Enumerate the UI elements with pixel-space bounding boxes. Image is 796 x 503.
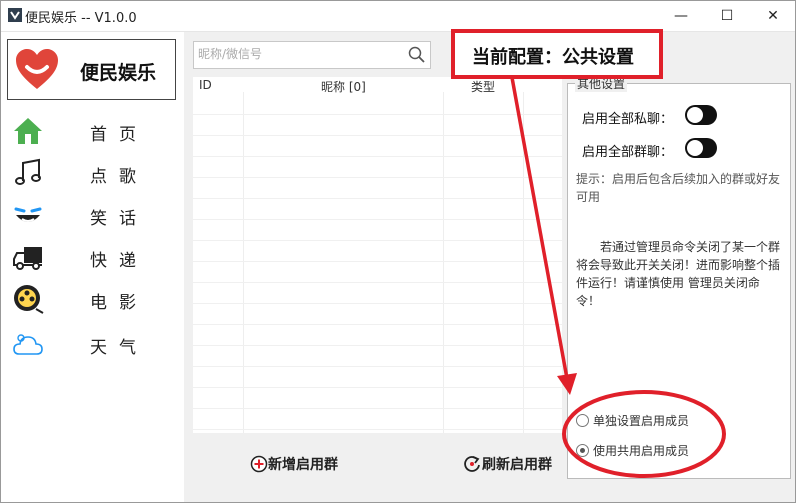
warning-text: 若通过管理员命令关闭了某一个群将会导致此开关关闭！进而影响整个插件运行！请谨慎使… xyxy=(576,240,781,308)
annotation-callout: 当前配置：公共设置 xyxy=(451,29,663,79)
truck-icon xyxy=(13,247,42,270)
laugh-face-icon xyxy=(14,207,42,222)
table-row xyxy=(193,388,562,409)
table-row xyxy=(193,346,562,367)
nav-label: 天气 xyxy=(90,338,148,358)
table-row xyxy=(193,157,562,178)
close-button[interactable]: ✕ xyxy=(750,0,796,31)
table-row xyxy=(193,304,562,325)
search-input[interactable] xyxy=(196,46,400,62)
radio-single-members[interactable]: 单独设置启用成员 xyxy=(576,412,689,429)
heart-logo-icon xyxy=(16,49,58,89)
toggle-knob xyxy=(687,140,703,156)
cloud-weather-icon xyxy=(13,334,43,355)
toggle-private-label: 启用全部私聊： xyxy=(582,112,674,127)
table-row xyxy=(193,94,562,115)
nav-label: 笑话 xyxy=(90,209,148,229)
film-reel-icon xyxy=(14,285,44,314)
hint-text: 提示：启用后包含后续加入的群或好友可用 xyxy=(576,172,781,204)
maximize-button[interactable]: ☐ xyxy=(704,0,750,31)
toggle-all-group-chat[interactable] xyxy=(685,138,717,158)
table-row xyxy=(193,262,562,283)
nav-item-jokes[interactable]: 笑话 xyxy=(8,196,178,232)
minimize-button[interactable]: — xyxy=(658,0,704,31)
nav-label: 快递 xyxy=(90,251,148,271)
table-row xyxy=(193,178,562,199)
callout-text: 当前配置：公共设置 xyxy=(472,47,634,68)
search-box[interactable] xyxy=(193,41,431,69)
table-row xyxy=(193,283,562,304)
table-row xyxy=(193,199,562,220)
nav-item-home[interactable]: 首页 xyxy=(8,112,178,148)
refresh-group-button[interactable]: 刷新启用群 xyxy=(462,452,552,476)
add-group-label: 新增启用群 xyxy=(268,457,338,473)
nav-item-songs[interactable]: 点歌 xyxy=(8,154,178,190)
radio-label: 单独设置启用成员 xyxy=(593,414,690,428)
refresh-icon xyxy=(464,456,480,472)
home-icon xyxy=(14,118,42,144)
table-row xyxy=(193,367,562,388)
toggle-group-label: 启用全部群聊： xyxy=(582,145,674,160)
nav-item-express[interactable]: 快递 xyxy=(8,238,178,274)
toggle-knob xyxy=(687,107,703,123)
toggle-all-private-chat[interactable] xyxy=(685,105,717,125)
window-title: 便民娱乐 -- V1.0.0 xyxy=(25,11,137,26)
nav-label: 点歌 xyxy=(90,167,148,187)
radio-button-selected[interactable] xyxy=(576,444,589,457)
refresh-group-label: 刷新启用群 xyxy=(482,457,552,473)
nav-label: 电影 xyxy=(90,293,148,313)
music-note-icon xyxy=(15,158,41,185)
nav-label: 首页 xyxy=(90,125,148,145)
radio-shared-members[interactable]: 使用共用启用成员 xyxy=(576,442,689,459)
add-group-button[interactable]: 新增启用群 xyxy=(250,452,338,476)
brand-name: 便民娱乐 xyxy=(80,62,157,84)
group-table: ID 昵称 [0] 类型 xyxy=(193,77,562,433)
table-row xyxy=(193,325,562,346)
table-row xyxy=(193,220,562,241)
search-icon[interactable] xyxy=(408,46,426,64)
column-header-nickname[interactable]: 昵称 [0] xyxy=(321,78,366,95)
column-header-id[interactable]: ID xyxy=(199,78,212,92)
title-bar: 便民娱乐 -- V1.0.0 — ☐ ✕ xyxy=(0,0,796,32)
nav-item-movies[interactable]: 电影 xyxy=(8,280,178,316)
table-row xyxy=(193,409,562,430)
add-circle-icon xyxy=(250,455,268,473)
table-row xyxy=(193,136,562,157)
radio-label: 使用共用启用成员 xyxy=(593,444,690,458)
table-row xyxy=(193,115,562,136)
column-header-type[interactable]: 类型 xyxy=(471,78,495,95)
table-row xyxy=(193,241,562,262)
radio-button[interactable] xyxy=(576,414,589,427)
app-icon xyxy=(8,8,22,22)
nav-item-weather[interactable]: 天气 xyxy=(8,325,178,361)
brand-header: 便民娱乐 xyxy=(7,39,176,100)
